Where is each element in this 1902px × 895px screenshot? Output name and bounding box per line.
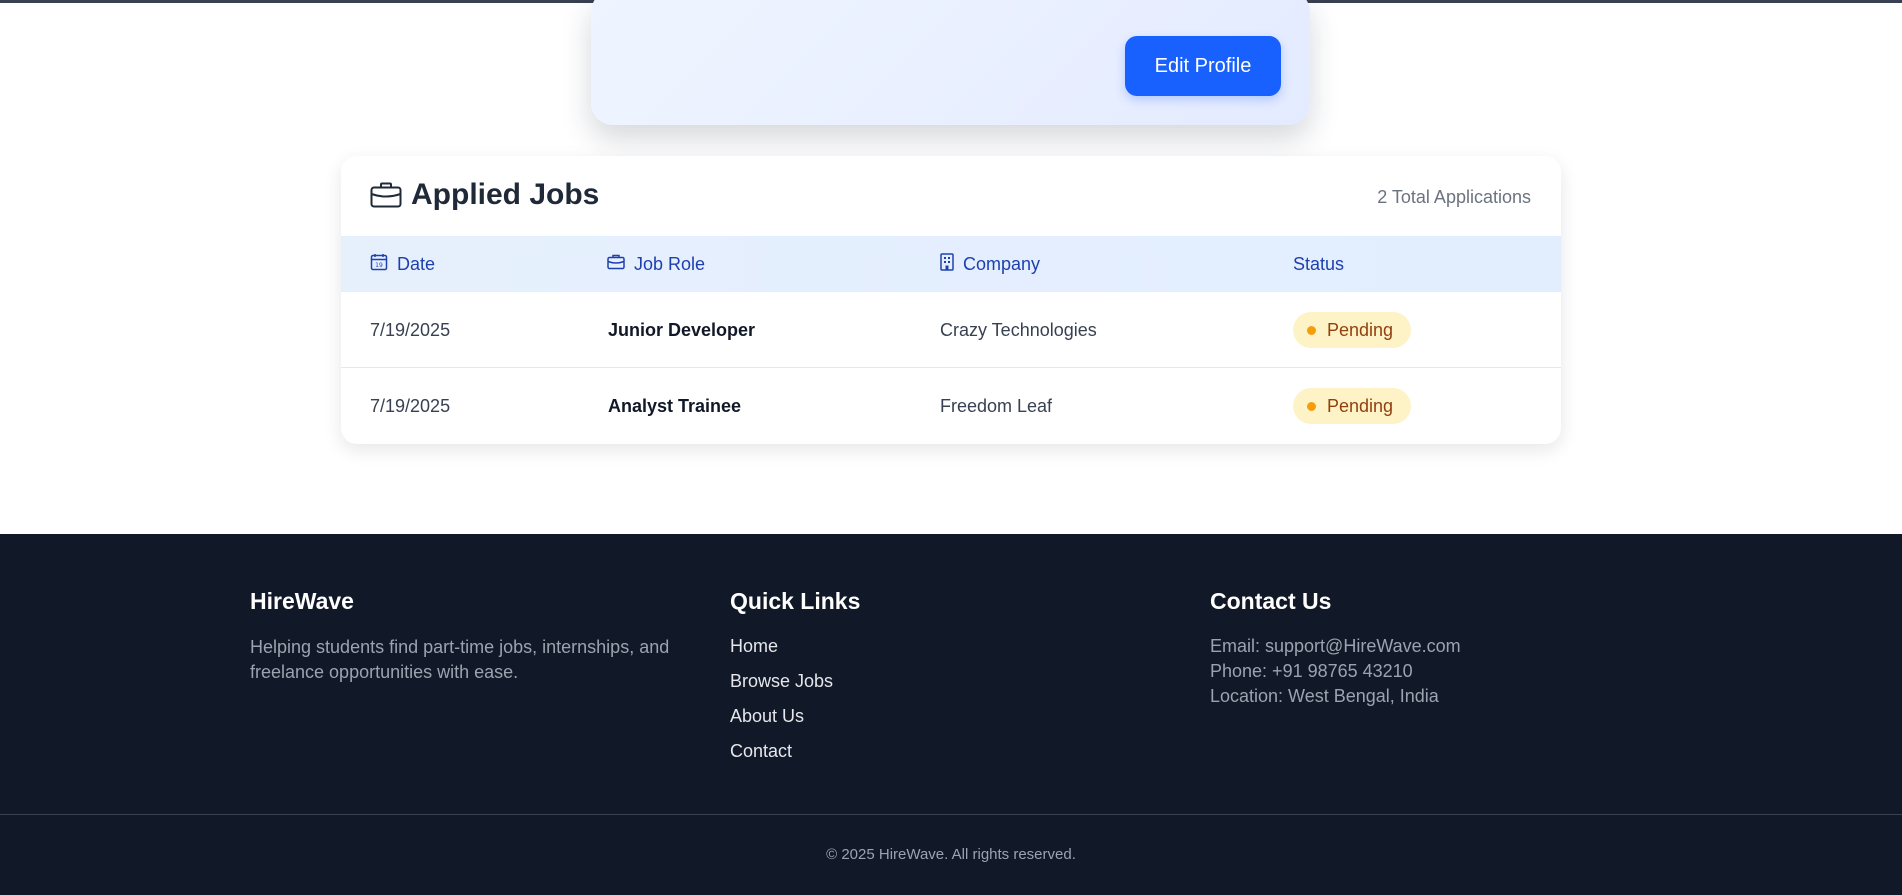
cell-job-role: Analyst Trainee (608, 395, 742, 416)
footer-brand-name: HireWave (250, 588, 354, 614)
footer-link-home[interactable]: Home (730, 636, 778, 657)
table-row[interactable]: 7/19/2025 Junior Developer Crazy Technol… (341, 292, 1561, 368)
svg-text:19: 19 (375, 262, 383, 269)
status-label: Pending (1327, 319, 1394, 340)
column-label-company: Company (963, 253, 1041, 274)
footer-quick-links-heading: Quick Links (730, 588, 861, 614)
column-header-date[interactable]: 19 Date (370, 236, 435, 292)
status-badge: Pending (1293, 388, 1412, 424)
column-header-status[interactable]: Status (1293, 236, 1344, 292)
footer-contact-heading: Contact Us (1210, 588, 1332, 614)
column-label-status: Status (1293, 253, 1345, 274)
applied-jobs-card: Applied Jobs 2 Total Applications 19 Dat… (341, 156, 1561, 444)
cell-job-role: Junior Developer (608, 319, 756, 340)
column-label-date: Date (397, 253, 436, 274)
table-header: 19 Date Job Role Company Status (341, 236, 1561, 292)
cell-date: 7/19/2025 (370, 395, 451, 416)
site-footer: HireWave Helping students find part-time… (0, 534, 1902, 895)
footer-tagline: Helping students find part-time jobs, in… (250, 637, 670, 682)
page: Edit Profile Applied Jobs 2 Total Applic… (0, 0, 1902, 895)
applied-jobs-header: Applied Jobs 2 Total Applications (341, 156, 1561, 236)
footer-contact-phone: Phone: +91 98765 43210 (1210, 661, 1413, 681)
cell-date: 7/19/2025 (370, 319, 451, 340)
building-icon (940, 252, 963, 276)
total-applications-count: 2 Total Applications (1377, 187, 1531, 207)
footer-link-about-us[interactable]: About Us (730, 706, 804, 727)
cell-company: Crazy Technologies (940, 319, 1097, 340)
calendar-icon: 19 (370, 253, 397, 276)
footer-link-contact[interactable]: Contact (730, 741, 792, 762)
column-label-role: Job Role (634, 253, 706, 274)
edit-profile-button[interactable]: Edit Profile (1125, 36, 1281, 96)
applied-jobs-title: Applied Jobs (411, 178, 600, 211)
column-header-role[interactable]: Job Role (607, 236, 705, 292)
column-header-company[interactable]: Company (940, 236, 1040, 292)
table-row[interactable]: 7/19/2025 Analyst Trainee Freedom Leaf P… (341, 368, 1561, 444)
briefcase-icon (370, 182, 402, 208)
footer-contact-location: Location: West Bengal, India (1210, 686, 1439, 706)
status-label: Pending (1327, 395, 1394, 416)
cell-status: Pending (1293, 292, 1412, 368)
status-badge: Pending (1293, 312, 1412, 348)
footer-link-browse-jobs[interactable]: Browse Jobs (730, 671, 833, 692)
footer-contact-email[interactable]: Email: support@HireWave.com (1210, 636, 1461, 657)
footer-copyright: © 2025 HireWave. All rights reserved. (826, 846, 1076, 863)
cell-company: Freedom Leaf (940, 395, 1053, 416)
footer-divider (0, 814, 1902, 815)
dot-icon (1307, 325, 1316, 335)
dot-icon (1307, 401, 1316, 411)
briefcase-icon (607, 254, 634, 275)
cell-status: Pending (1293, 368, 1412, 444)
